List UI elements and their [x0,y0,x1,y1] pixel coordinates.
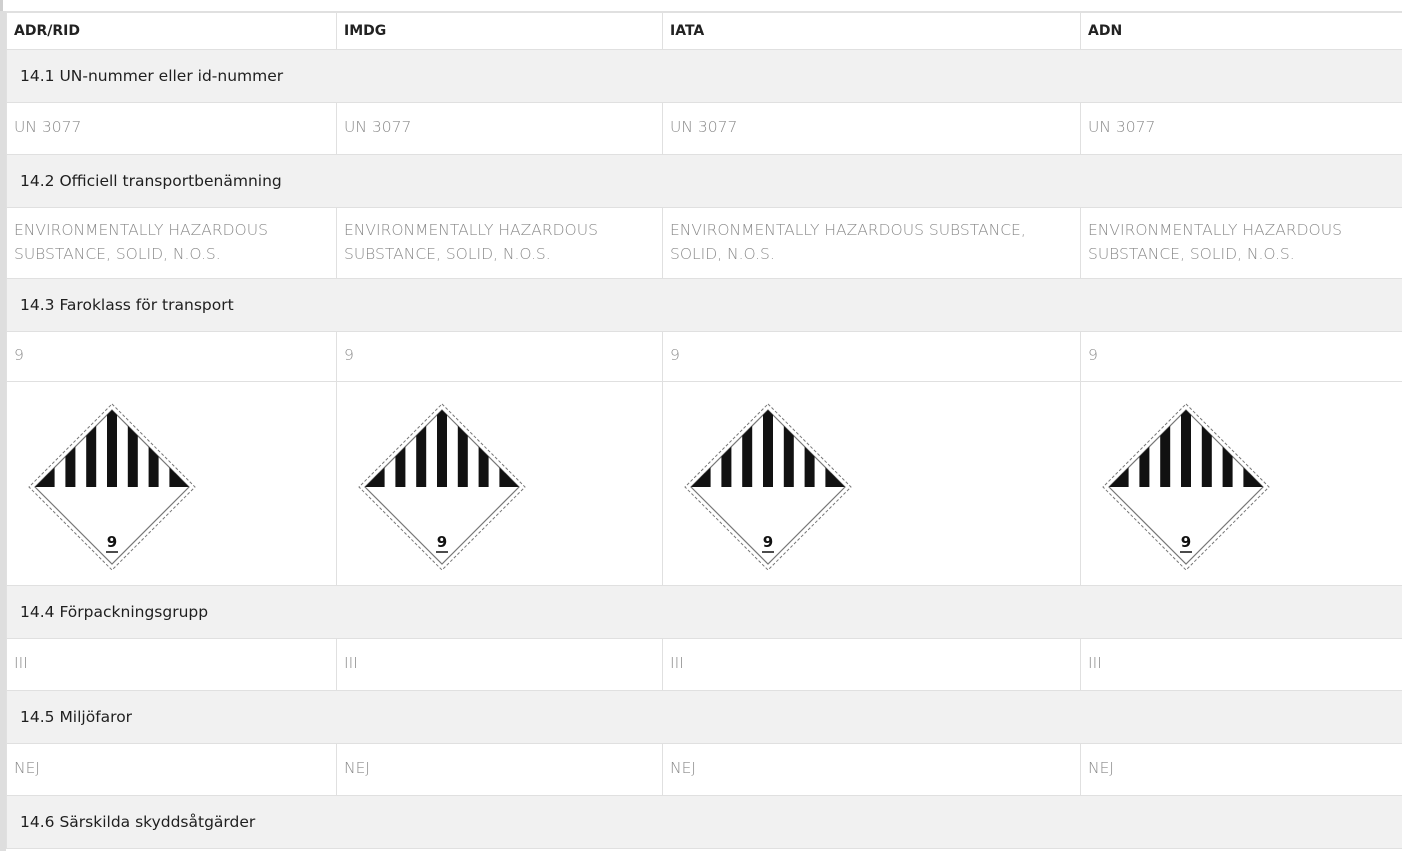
section-title: 14.5 Miljöfaror [6,689,1402,744]
table-cell: UN 3077 [336,101,663,155]
column-header-iata: IATA [662,11,1081,50]
hazard-stripe [742,409,753,487]
table-cell: III [1080,637,1402,691]
class-number-label: 9 [437,533,447,551]
hazard-stripe [1160,409,1171,487]
section-row-hazard-class: 14.3 Faroklass för transport [6,277,1402,332]
table-cell: 9 [662,330,1081,382]
table-cell: ENVIRONMENTALLY HAZARDOUS SUBSTANCE, SOL… [1080,206,1402,279]
table-row: ENVIRONMENTALLY HAZARDOUS SUBSTANCE, SOL… [6,206,1402,279]
table-cell: III [6,637,337,691]
section-title: 14.1 UN-nummer eller id-nummer [6,48,1402,103]
pictogram-row: 9 9 9 9 [6,380,1402,586]
pictogram-cell: 9 [6,380,337,586]
table-cell: NEJ [1080,742,1402,796]
table-cell: ENVIRONMENTALLY HAZARDOUS SUBSTANCE, SOL… [336,206,663,279]
section-title: 14.6 Särskilda skyddsåtgärder [6,794,1402,849]
section-row-environmental-hazards: 14.5 Miljöfaror [6,689,1402,744]
pictogram-cell: 9 [662,380,1081,586]
section-row-un-number: 14.1 UN-nummer eller id-nummer [6,48,1402,103]
class-9-hazard-label-icon: 9 [358,402,526,571]
hazard-stripe [457,409,468,487]
table-cell: NEJ [6,742,337,796]
table-cell: UN 3077 [6,101,337,155]
hazard-stripe [416,409,427,487]
hazard-stripe [127,409,138,487]
table-cell: NEJ [662,742,1081,796]
section-row-shipping-name: 14.2 Officiell transportbenämning [6,153,1402,208]
table-cell: NEJ [336,742,663,796]
table-cell: 9 [1080,330,1402,382]
transport-info-section: ADR/RID IMDG IATA ADN 14.1 UN-nummer ell… [0,11,1402,851]
class-number-label: 9 [107,533,117,551]
table-header-row: ADR/RID IMDG IATA ADN [6,11,1402,50]
hazard-stripe [1181,409,1191,487]
section-row-packing-group: 14.4 Förpackningsgrupp [6,584,1402,639]
top-strip [0,0,1402,11]
column-header-adr-rid: ADR/RID [6,11,337,50]
table-row: UN 3077 UN 3077 UN 3077 UN 3077 [6,101,1402,155]
table-cell: 9 [336,330,663,382]
hazard-stripe [763,409,773,487]
table-cell: UN 3077 [1080,101,1402,155]
table-cell: UN 3077 [662,101,1081,155]
class-number-label: 9 [763,533,773,551]
column-header-adn: ADN [1080,11,1402,50]
table-row: 9 9 9 9 [6,330,1402,382]
hazard-stripe [107,409,117,487]
table-cell: III [336,637,663,691]
class-9-hazard-label-icon: 9 [684,402,852,571]
class-9-hazard-label-icon: 9 [28,402,196,571]
column-header-imdg: IMDG [336,11,663,50]
pictogram-cell: 9 [1080,380,1402,586]
table-row: NEJ NEJ NEJ NEJ [6,742,1402,796]
hazard-stripe [437,409,447,487]
table-cell: 9 [6,330,337,382]
section-title: 14.3 Faroklass för transport [6,277,1402,332]
table-row: III III III III [6,637,1402,691]
class-number-label: 9 [1181,533,1191,551]
table-cell: III [662,637,1081,691]
section-title: 14.2 Officiell transportbenämning [6,153,1402,208]
class-9-hazard-label-icon: 9 [1102,402,1270,571]
section-title: 14.4 Förpackningsgrupp [6,584,1402,639]
pictogram-cell: 9 [336,380,663,586]
section-row-special-precautions: 14.6 Särskilda skyddsåtgärder [6,794,1402,849]
table-cell: ENVIRONMENTALLY HAZARDOUS SUBSTANCE, SOL… [6,206,337,279]
hazard-stripe [783,409,794,487]
hazard-stripe [86,409,97,487]
hazard-stripe [1201,409,1212,487]
transport-table: ADR/RID IMDG IATA ADN 14.1 UN-nummer ell… [6,11,1402,849]
table-cell: ENVIRONMENTALLY HAZARDOUS SUBSTANCE, SOL… [662,206,1081,279]
